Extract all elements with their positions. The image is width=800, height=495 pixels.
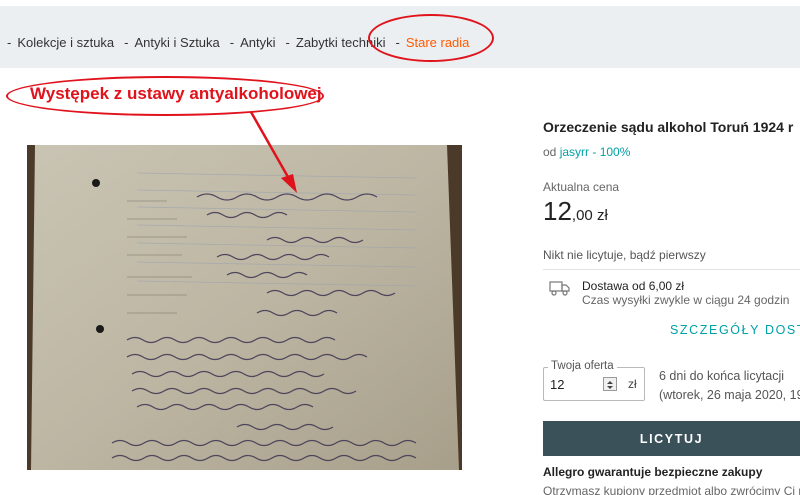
divider	[543, 269, 800, 270]
price-label: Aktualna cena	[543, 180, 620, 194]
truck-icon	[549, 281, 570, 296]
annotation-title: Występek z ustawy antyalkoholowej	[30, 84, 322, 103]
seller-link[interactable]: jasyrr - 100%	[560, 145, 631, 159]
offer-value[interactable]: 12	[550, 377, 564, 392]
bids-status: Nikt nie licytuje, bądź pierwszy	[543, 248, 706, 262]
breadcrumb-label: Kolekcje i sztuka	[17, 35, 115, 50]
seller-prefix: od	[543, 145, 557, 159]
shipping-time: Czas wysyłki zwykle w ciągu 24 godzin	[582, 293, 790, 307]
guarantee-title: Allegro gwarantuje bezpieczne zakupy	[543, 465, 763, 479]
breadcrumb-separator: -	[124, 35, 129, 50]
breadcrumb-label: Antyki i Sztuka	[134, 35, 220, 50]
guarantee-description: Otrzymasz kupiony przedmiot albo zwrócim…	[543, 484, 800, 495]
offer-legend: Twoja oferta	[548, 360, 617, 372]
seller-info: od jasyrr - 100%	[543, 145, 630, 159]
current-price: 12,00 zł	[543, 196, 608, 227]
offer-currency: zł	[628, 377, 637, 391]
price-rest: ,00 zł	[571, 207, 608, 224]
stepper-icon[interactable]	[603, 377, 617, 391]
document-image	[27, 145, 462, 470]
bid-button[interactable]: LICYTUJ	[543, 421, 800, 456]
product-photo[interactable]	[27, 145, 462, 470]
breadcrumb-separator: -	[285, 35, 290, 50]
breadcrumb-item-antyki[interactable]: - Antyki	[230, 35, 276, 50]
breadcrumb-item-kolekcje[interactable]: - Kolekcje i sztuka	[7, 35, 114, 50]
product-title: Orzeczenie sądu alkohol Toruń 1924 r	[543, 119, 794, 135]
auction-end-date: (wtorek, 26 maja 2020, 19	[659, 388, 800, 402]
breadcrumb-separator: -	[229, 35, 235, 50]
breadcrumb-label: Antyki	[240, 35, 276, 50]
auction-remaining: 6 dni do końca licytacji	[659, 369, 785, 383]
shipping-price: Dostawa od 6,00 zł	[582, 279, 685, 293]
shipping-details-link[interactable]: SZCZEGÓŁY DOSTA	[670, 323, 800, 337]
breadcrumb-separator: -	[7, 35, 12, 50]
price-main: 12	[543, 196, 572, 226]
breadcrumb-item-antyki-i-sztuka[interactable]: - Antyki i Sztuka	[124, 35, 220, 50]
annotation-circle-category	[368, 14, 494, 62]
